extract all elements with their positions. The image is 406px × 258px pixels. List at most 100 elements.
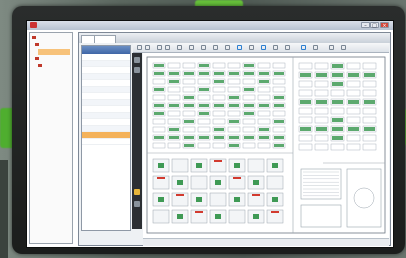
folder-icon [35, 56, 39, 60]
seat-desk [257, 86, 271, 93]
zoom-out-icon[interactable] [165, 45, 170, 50]
seat-desk [167, 86, 181, 93]
seat-occupied [300, 127, 311, 131]
seat-occupied [169, 80, 179, 83]
seat-desk [362, 134, 377, 142]
seat-desk [362, 62, 377, 70]
pointer-tool-icon[interactable] [134, 57, 140, 63]
move-icon[interactable] [189, 45, 194, 50]
seat-occupied [154, 64, 164, 67]
minimize-button[interactable]: – [361, 22, 370, 29]
help-icon[interactable] [341, 45, 346, 50]
seat-occupied [259, 128, 269, 131]
seat-desk [314, 107, 329, 115]
room-occupied [215, 180, 221, 185]
seat-desk [182, 110, 196, 117]
seat-desk [152, 118, 166, 125]
draw-line-icon[interactable] [213, 45, 218, 50]
undo-icon[interactable] [273, 45, 278, 50]
seat-occupied [274, 72, 284, 75]
seat-desk [212, 118, 226, 125]
grid-icon[interactable] [249, 45, 254, 50]
rotate-icon[interactable] [201, 45, 206, 50]
office-room [228, 209, 246, 224]
trash-icon[interactable] [134, 201, 140, 207]
seat-desk [167, 94, 181, 101]
floor-plan-canvas[interactable] [143, 53, 389, 247]
close-button[interactable]: × [380, 22, 389, 29]
tree-item[interactable] [38, 63, 43, 69]
seat-desk [298, 134, 313, 142]
text-icon[interactable] [313, 45, 318, 50]
maximize-button[interactable]: □ [370, 22, 379, 29]
print-icon[interactable] [145, 45, 150, 50]
seat-desk [152, 94, 166, 101]
seat-occupied [154, 88, 164, 91]
seat-desk [242, 78, 256, 85]
seat-occupied [332, 64, 343, 68]
seat-desk [346, 143, 361, 151]
seat-desk [272, 86, 286, 93]
measure-icon[interactable] [301, 45, 306, 50]
seat-occupied [274, 144, 284, 147]
seat-desk [167, 118, 181, 125]
draw-rect-icon[interactable] [225, 45, 230, 50]
seat-occupied [364, 100, 375, 104]
seat-occupied [274, 96, 284, 99]
seat-desk [242, 118, 256, 125]
seat-occupied [274, 136, 284, 139]
seat-occupied [184, 136, 194, 139]
room-occupied [234, 163, 240, 168]
seat-occupied [244, 88, 254, 91]
seat-occupied [229, 96, 239, 99]
seat-occupied [259, 136, 269, 139]
office-room [247, 158, 265, 173]
seat-occupied [274, 120, 284, 123]
zoom-in-icon[interactable] [157, 45, 162, 50]
seat-occupied [229, 72, 239, 75]
seat-occupied [316, 127, 327, 131]
room-occupied [272, 163, 278, 168]
seat-desk [346, 80, 361, 88]
tree-item[interactable] [32, 35, 37, 41]
seat-occupied [259, 104, 269, 107]
pan-tool-icon[interactable] [134, 67, 140, 73]
room-occupied [158, 197, 164, 202]
seat-desk [242, 94, 256, 101]
app-tab-bar [79, 33, 390, 43]
save-icon[interactable] [137, 45, 142, 50]
seat-occupied [154, 72, 164, 75]
seat-occupied [332, 118, 343, 122]
tree-item[interactable] [35, 56, 40, 62]
seat-desk [330, 107, 345, 115]
room-occupied [177, 214, 183, 219]
room-marker [214, 160, 222, 162]
tree-item-selected[interactable] [38, 49, 70, 55]
tree-item[interactable] [35, 42, 40, 48]
tab-floorplan[interactable] [94, 35, 116, 43]
seat-desk [257, 110, 271, 117]
lock-icon[interactable] [134, 189, 140, 195]
seat-occupied [300, 100, 311, 104]
seat-desk [182, 62, 196, 69]
select-icon[interactable] [177, 45, 182, 50]
seat-desk [152, 78, 166, 85]
seat-occupied [332, 100, 343, 104]
navigation-tree [29, 32, 73, 244]
room-occupied [272, 197, 278, 202]
cursor-icon[interactable] [237, 45, 242, 50]
settings-icon[interactable] [329, 45, 334, 50]
room-occupied [234, 197, 240, 202]
office-room [266, 175, 284, 190]
seat-desk [257, 142, 271, 149]
layer-icon[interactable] [261, 45, 266, 50]
seat-occupied [259, 72, 269, 75]
room-occupied [253, 214, 259, 219]
redo-icon[interactable] [285, 45, 290, 50]
seat-occupied [300, 73, 311, 77]
room-marker [233, 177, 241, 179]
seat-occupied [169, 128, 179, 131]
tab-home[interactable] [81, 35, 95, 43]
floor-list-item[interactable] [82, 139, 130, 145]
seat-occupied [364, 73, 375, 77]
